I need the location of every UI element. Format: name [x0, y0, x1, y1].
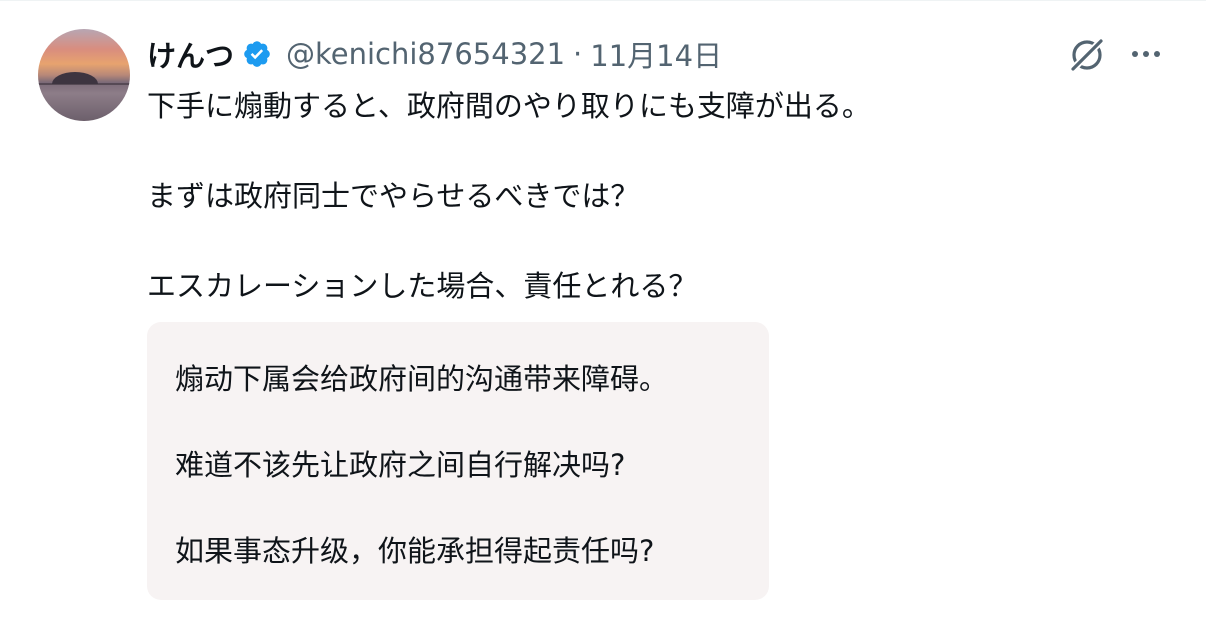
translation-box: 煽动下属会给政府间的沟通带来障碍。 难道不该先让政府之间自行解决吗? 如果事态升…: [147, 322, 769, 600]
post-header: けんつ @kenichi87654321 · 11月14日: [147, 34, 722, 74]
post-date[interactable]: 11月14日: [590, 33, 722, 75]
translation-line-2: 难道不该先让政府之间自行解决吗?: [175, 448, 626, 482]
translation-line-3: 如果事态升级，你能承担得起责任吗?: [175, 534, 655, 568]
post[interactable]: けんつ @kenichi87654321 · 11月14日 下手に煽動すると、政…: [0, 0, 1206, 631]
avatar[interactable]: [38, 29, 130, 121]
avatar-island: [52, 72, 98, 84]
header-separator: ·: [573, 37, 583, 71]
post-text-line-1: 下手に煽動すると、政府間のやり取りにも支障が出る。: [147, 89, 871, 123]
author-handle[interactable]: @kenichi87654321: [286, 37, 565, 71]
display-name[interactable]: けんつ: [147, 33, 234, 75]
post-text-line-2: まずは政府同士でやらせるべきでは？: [147, 179, 640, 213]
verified-badge-icon[interactable]: [242, 39, 272, 69]
grok-icon[interactable]: [1066, 34, 1108, 76]
post-text-line-3: エスカレーションした場合、責任とれる？: [147, 269, 698, 303]
more-options-icon[interactable]: [1126, 36, 1166, 72]
translation-line-1: 煽动下属会给政府间的沟通带来障碍。: [175, 362, 669, 396]
